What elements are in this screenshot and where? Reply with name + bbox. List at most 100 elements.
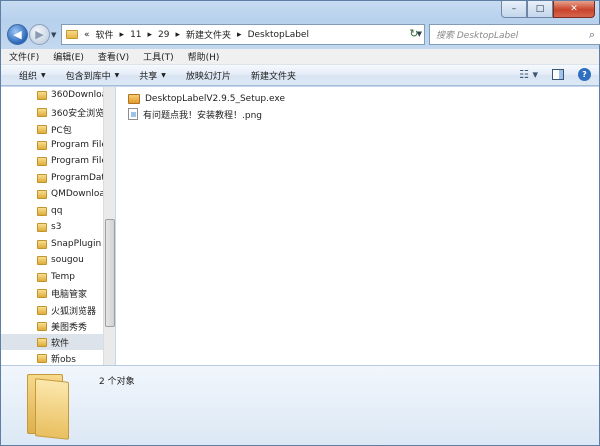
- share-button[interactable]: 共享 ▼: [139, 69, 166, 82]
- organize-label: 组织: [19, 71, 38, 82]
- caret-down-icon: ▼: [41, 71, 46, 79]
- folder-icon: [23, 372, 75, 440]
- nav-item-firefox[interactable]: 火狐浏览器: [37, 302, 105, 318]
- folder-icon: [37, 189, 47, 199]
- folder-icon: [37, 337, 47, 347]
- history-dropdown-icon[interactable]: ▼: [51, 31, 56, 39]
- object-count: 2 个对象: [99, 377, 135, 387]
- forward-button[interactable]: ▶: [29, 24, 50, 45]
- address-bar[interactable]: « 软件 ▸ 11 ▸ 29 ▸ 新建文件夹 ▸ DesktopLabel ▼: [61, 24, 425, 45]
- search-input[interactable]: 搜索 DesktopLabel ⌕: [429, 24, 600, 45]
- include-in-library-button[interactable]: 包含到库中 ▼: [66, 69, 120, 82]
- breadcrumb-software[interactable]: 软件: [96, 28, 114, 41]
- breadcrumb-separator-icon[interactable]: ▸: [120, 30, 125, 40]
- folder-icon: [37, 90, 47, 100]
- menu-help[interactable]: 帮助(H): [188, 50, 220, 63]
- nav-item-software[interactable]: 软件: [1, 334, 103, 350]
- navigation-row: ◀ ▶ ▼ « 软件 ▸ 11 ▸ 29 ▸ 新建文件夹 ▸ DesktopLa…: [7, 23, 600, 47]
- file-name: 有问题点我！安装教程！.png: [143, 110, 262, 121]
- breadcrumb-separator-icon[interactable]: ▸: [237, 30, 242, 40]
- breadcrumb-29[interactable]: 29: [158, 30, 169, 40]
- minimize-button[interactable]: –: [501, 1, 527, 18]
- folder-icon: [37, 239, 47, 249]
- nav-item-meitu[interactable]: 美图秀秀: [37, 318, 105, 334]
- nav-item-qq[interactable]: qq: [37, 203, 105, 219]
- caret-down-icon: ▼: [161, 71, 166, 79]
- nav-item-label: s3: [51, 222, 62, 232]
- details-pane: 2 个对象: [1, 365, 599, 445]
- toolbar-right-group: ☷ ▾ ?: [519, 68, 591, 81]
- nav-item-label: ProgramData: [51, 173, 105, 183]
- search-icon[interactable]: ⌕: [589, 28, 595, 42]
- menu-tools[interactable]: 工具(T): [143, 50, 174, 63]
- png-icon: [128, 108, 138, 120]
- preview-pane-icon[interactable]: [552, 69, 564, 80]
- nav-item-label: PC包: [51, 125, 72, 136]
- nav-item-360downloads[interactable]: 360Downloads: [37, 87, 105, 103]
- folder-icon: [37, 107, 47, 117]
- organize-button[interactable]: 组织 ▼: [19, 69, 46, 82]
- nav-item-programdata[interactable]: ProgramData: [37, 170, 105, 186]
- file-name: DesktopLabelV2.9.5_Setup.exe: [145, 94, 285, 104]
- breadcrumb-new-folder[interactable]: 新建文件夹: [186, 28, 231, 41]
- file-list: DesktopLabelV2.9.5_Setup.exe 有问题点我！安装教程！…: [116, 87, 599, 365]
- menu-view[interactable]: 查看(V): [98, 50, 129, 63]
- navigation-scrollbar[interactable]: [103, 87, 115, 365]
- folder-icon: [37, 206, 47, 216]
- back-button[interactable]: ◀: [7, 24, 28, 45]
- menu-file[interactable]: 文件(F): [9, 50, 39, 63]
- folder-icon: [37, 305, 47, 315]
- breadcrumb-separator-icon[interactable]: ▸: [148, 30, 153, 40]
- nav-item-label: 美图秀秀: [51, 322, 88, 333]
- file-item-tutorial-png[interactable]: 有问题点我！安装教程！.png: [128, 106, 262, 122]
- view-options-icon[interactable]: ☷ ▾: [519, 68, 538, 81]
- nav-item-label: Program Files: [51, 156, 105, 166]
- nav-item-label: 软件: [51, 338, 70, 349]
- nav-item-sougou[interactable]: sougou: [37, 252, 105, 268]
- folder-icon: [66, 30, 78, 39]
- menu-edit[interactable]: 编辑(E): [53, 50, 84, 63]
- nav-item-label: Program Files: [51, 140, 105, 150]
- close-button[interactable]: ✕: [553, 1, 595, 18]
- nav-item-temp[interactable]: Temp: [37, 269, 105, 285]
- nav-item-qmdownload[interactable]: QMDownload: [37, 186, 105, 202]
- refresh-icon[interactable]: ↻: [403, 23, 425, 44]
- nav-item-label: Temp: [51, 272, 75, 282]
- menu-bar: 文件(F) 编辑(E) 查看(V) 工具(T) 帮助(H): [1, 49, 599, 65]
- folder-icon: [37, 222, 47, 232]
- folder-icon: [37, 288, 47, 298]
- nav-item-snapplugin[interactable]: SnapPlugin: [37, 236, 105, 252]
- nav-item-label: 火狐浏览器: [51, 306, 97, 317]
- nav-item-pc-bao[interactable]: PC包: [37, 121, 105, 137]
- nav-item-label: SnapPlugin: [51, 239, 102, 249]
- breadcrumb-11[interactable]: 11: [130, 30, 141, 40]
- share-label: 共享: [139, 71, 158, 82]
- folder-icon: [37, 140, 47, 150]
- folder-icon: [37, 255, 47, 265]
- breadcrumb-separator-icon[interactable]: ▸: [176, 30, 181, 40]
- nav-item-program-files[interactable]: Program Files: [37, 137, 105, 153]
- folder-front-shape: [35, 378, 69, 440]
- navigation-pane: 360Downloads 360安全浏览器 PC包 Program Files …: [1, 87, 115, 365]
- address-chevron[interactable]: «: [84, 30, 90, 40]
- breadcrumb-desktoplabel[interactable]: DesktopLabel: [248, 30, 309, 40]
- nav-item-s3[interactable]: s3: [37, 219, 105, 235]
- nav-item-360browser[interactable]: 360安全浏览器: [37, 104, 105, 120]
- scrollbar-thumb[interactable]: [105, 219, 115, 327]
- caption-buttons: – □ ✕: [501, 1, 595, 18]
- file-item-setup-exe[interactable]: DesktopLabelV2.9.5_Setup.exe: [128, 91, 285, 107]
- slideshow-label: 放映幻灯片: [185, 71, 231, 82]
- caret-down-icon: ▼: [114, 71, 120, 79]
- slideshow-button[interactable]: 放映幻灯片: [186, 69, 231, 82]
- nav-item-pc-manager[interactable]: 电脑管家: [37, 285, 105, 301]
- nav-item-new-obs[interactable]: 新obs: [37, 350, 105, 365]
- nav-item-program-files-x86[interactable]: Program Files: [37, 153, 105, 169]
- nav-item-label: sougou: [51, 255, 84, 265]
- help-icon[interactable]: ?: [578, 68, 591, 81]
- new-folder-button[interactable]: 新建文件夹: [251, 69, 296, 82]
- folder-icon: [37, 321, 47, 331]
- maximize-button[interactable]: □: [527, 1, 553, 18]
- folder-icon: [37, 272, 47, 282]
- exe-icon: [128, 94, 140, 104]
- folder-icon: [37, 353, 47, 363]
